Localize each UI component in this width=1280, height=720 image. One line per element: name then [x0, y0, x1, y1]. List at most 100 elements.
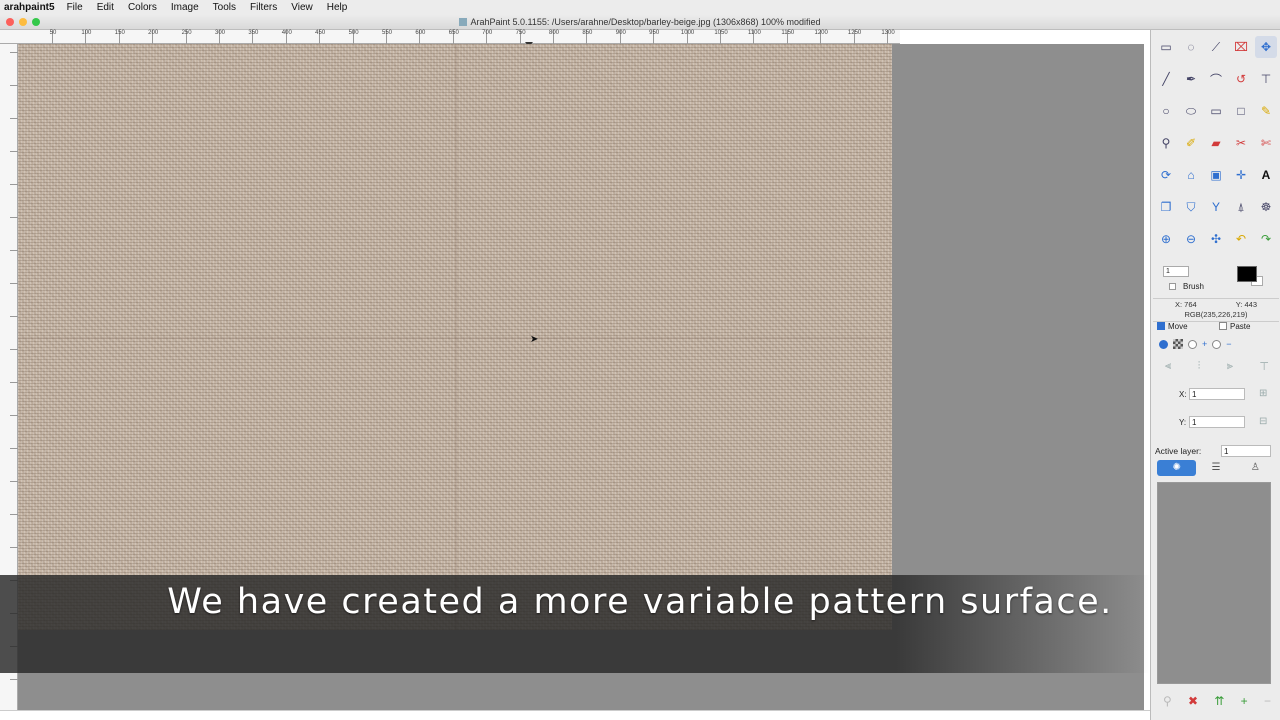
tab-layer-palette[interactable]: ✺	[1157, 460, 1197, 476]
layer-list[interactable]	[1157, 482, 1271, 684]
picture-icon[interactable]: ▣	[1205, 164, 1227, 186]
zoom-window-button[interactable]	[32, 18, 40, 26]
menu-filters[interactable]: Filters	[250, 2, 277, 13]
mode-add-radio[interactable]	[1188, 339, 1197, 349]
eyedropper-icon[interactable]: ⚲	[1155, 132, 1177, 154]
rotate-icon[interactable]: ⟳	[1155, 164, 1177, 186]
move-icon[interactable]: ✥	[1255, 36, 1277, 58]
menu-colors[interactable]: Colors	[128, 2, 157, 13]
ruler-tick-label: 150	[114, 30, 125, 36]
brush-icon[interactable]: ✐	[1180, 132, 1202, 154]
brush-checkbox[interactable]	[1169, 283, 1176, 290]
brush-settings: 1 Brush	[1157, 266, 1277, 296]
crop-icon[interactable]: ⌧	[1230, 36, 1252, 58]
stamp-icon[interactable]: ⌂	[1180, 164, 1202, 186]
clone-icon[interactable]: ⍋	[1230, 196, 1252, 218]
texture-image[interactable]	[18, 44, 892, 630]
delete-layer-icon[interactable]: ✖	[1188, 694, 1198, 708]
distribute-horizontal-icon[interactable]: ⊞	[1259, 388, 1267, 399]
add-layer-icon[interactable]: +	[1241, 694, 1248, 708]
ruler-tick	[10, 184, 18, 185]
ruler-tick: 100	[81, 30, 91, 44]
tool-panel: ▭ ◌ ⟋ ⌧ ✥ ╱ ✒ ⌒ ↺ ⊤ ○ ⬭ ▭ □ ✎ ⚲ ✐ ▰ ✂ ✄ ⟳ ⌂ ▣ ✛ A ❐ ⛉ Y ⍋ ☸ ⊕ ⊖ ✣ ↶ ↷ 1 Br…	[1150, 30, 1280, 720]
zoom-out-icon[interactable]: ⊖	[1180, 228, 1202, 250]
magic-wand-icon[interactable]: ⟋	[1205, 36, 1227, 58]
paste-checkbox[interactable]	[1219, 322, 1227, 330]
ruler-tick: 800	[549, 30, 559, 44]
scissors-icon[interactable]: ✂	[1230, 132, 1252, 154]
app-menu[interactable]: arahpaint5	[4, 2, 55, 13]
circle-icon[interactable]: ○	[1155, 100, 1177, 122]
minimize-window-button[interactable]	[19, 18, 27, 26]
ruler-tick: 50	[50, 30, 56, 44]
lasso-icon[interactable]: ◌	[1180, 36, 1202, 58]
y-position-input[interactable]: 1	[1189, 416, 1245, 428]
merge-layer-icon[interactable]: ⇈	[1214, 694, 1224, 708]
pen-icon[interactable]: ✒	[1180, 68, 1202, 90]
mode-opaque-radio[interactable]	[1159, 339, 1168, 349]
ruler-tick-label: 700	[482, 30, 493, 36]
bucket-icon[interactable]: ⛉	[1180, 196, 1202, 218]
ruler-tick: 300	[215, 30, 225, 44]
transform-icon[interactable]: ✛	[1230, 164, 1252, 186]
remove-layer-icon[interactable]: −	[1264, 694, 1271, 708]
redo-icon[interactable]: ↷	[1255, 228, 1277, 250]
undo-icon[interactable]: ↶	[1230, 228, 1252, 250]
bezier-icon[interactable]: ↺	[1230, 68, 1252, 90]
ruler-tick: 1050	[714, 30, 728, 44]
ruler-tick: 400	[282, 30, 292, 44]
square-icon[interactable]: □	[1230, 100, 1252, 122]
window-title: ArahPaint 5.0.1155: /Users/arahne/Deskto…	[470, 17, 821, 27]
align-left-icon[interactable]: ⫷	[1165, 360, 1171, 373]
ruler-tick: 200	[148, 30, 158, 44]
menu-tools[interactable]: Tools	[213, 2, 236, 13]
ruler-tick: 250	[182, 30, 192, 44]
ruler-tick-label: 1300	[881, 30, 895, 36]
pencil-icon[interactable]: ✎	[1255, 100, 1277, 122]
y-label: Y:	[1179, 418, 1187, 427]
menu-edit[interactable]: Edit	[97, 2, 114, 13]
ruler-tick-label: 1200	[814, 30, 828, 36]
x-position-input[interactable]: 1	[1189, 388, 1245, 400]
mode-subtract-radio[interactable]	[1212, 339, 1222, 349]
copy-icon[interactable]: ❐	[1155, 196, 1177, 218]
fit-icon[interactable]: ✣	[1205, 228, 1227, 250]
active-layer-input[interactable]: 1	[1221, 445, 1271, 457]
ruler-tick	[10, 448, 18, 449]
layer-light-icon[interactable]: ⚲	[1163, 694, 1172, 708]
brush-size-stepper[interactable]: 1	[1163, 266, 1189, 277]
filter-icon[interactable]: Y	[1205, 196, 1227, 218]
menu-help[interactable]: Help	[327, 2, 348, 13]
distribute-vertical-icon[interactable]: ⊟	[1259, 416, 1267, 427]
align-top-icon[interactable]: ⊤	[1259, 360, 1269, 373]
line-icon[interactable]: ╱	[1155, 68, 1177, 90]
select-rect-icon[interactable]: ▭	[1155, 36, 1177, 58]
menu-image[interactable]: Image	[171, 2, 199, 13]
align-center-icon[interactable]: ⫶	[1198, 360, 1201, 373]
cut-icon[interactable]: ✄	[1255, 132, 1277, 154]
tab-layer-stack[interactable]: ☰	[1196, 460, 1235, 476]
ruler-tick-label: 650	[448, 30, 459, 36]
cursor-y-readout: Y: 443	[1235, 300, 1257, 309]
ellipse-icon[interactable]: ⬭	[1180, 100, 1202, 122]
close-window-button[interactable]	[6, 18, 14, 26]
menu-file[interactable]: File	[67, 2, 83, 13]
menu-view[interactable]: View	[291, 2, 313, 13]
move-checkbox[interactable]	[1157, 322, 1165, 330]
curve-icon[interactable]: ⌒	[1205, 68, 1227, 90]
ruler-tick-label: 1150	[781, 30, 795, 36]
text-icon[interactable]: A	[1255, 164, 1277, 186]
smudge-icon[interactable]: ☸	[1255, 196, 1277, 218]
align-right-icon[interactable]: ⫸	[1227, 360, 1233, 373]
eraser-icon[interactable]: ▰	[1205, 132, 1227, 154]
pattern-seam-horizontal	[18, 337, 892, 339]
menu-bar: arahpaint5 File Edit Colors Image Tools …	[0, 0, 1280, 14]
ruler-tick	[10, 85, 18, 86]
tab-layer-stamp[interactable]: ♙	[1236, 460, 1275, 476]
path-icon[interactable]: ⊤	[1255, 68, 1277, 90]
rectangle-icon[interactable]: ▭	[1205, 100, 1227, 122]
ruler-tick-label: 350	[248, 30, 259, 36]
paste-label: Paste	[1230, 322, 1251, 331]
zoom-in-icon[interactable]: ⊕	[1155, 228, 1177, 250]
foreground-color-swatch[interactable]	[1237, 266, 1257, 282]
